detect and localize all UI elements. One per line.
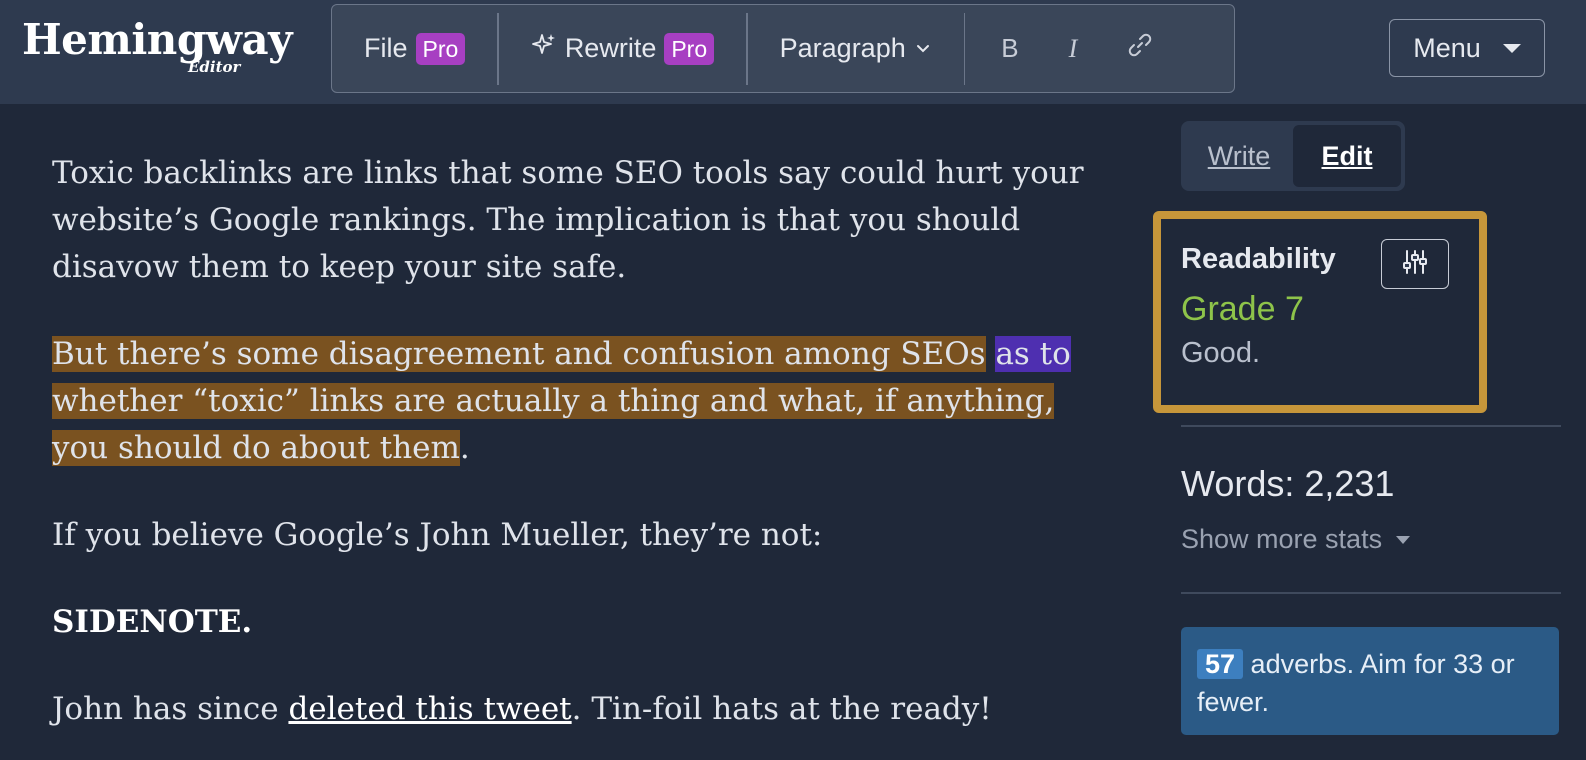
editor-text-area[interactable]: Toxic backlinks are links that some SEO … [52, 150, 1112, 760]
caret-down-icon [1396, 535, 1411, 544]
grade-level: Grade 7 [1181, 290, 1304, 328]
rewrite-label: Rewrite [564, 33, 657, 63]
text: John has since [52, 691, 289, 727]
file-button[interactable]: File Pro [364, 32, 466, 65]
very-hard-sentence-highlight: whether “toxic” links are actually a thi… [52, 383, 1055, 466]
paragraph: John has since deleted this tweet. Tin-f… [52, 686, 1112, 733]
caret-down-icon [1502, 43, 1521, 53]
adverb-highlight: as to [995, 336, 1071, 372]
paragraph-dropdown[interactable]: Paragraph [780, 33, 932, 64]
toolbar: File Pro Rewrite Pro Paragraph B I [331, 4, 1235, 93]
text: . Tin-foil hats at the ready! [571, 691, 992, 727]
readability-panel: Readability Grade 7 Good. [1153, 211, 1487, 413]
deleted-tweet-link[interactable]: deleted this tweet [288, 691, 571, 727]
word-count: Words: 2,231 [1181, 463, 1395, 504]
paragraph-label: Paragraph [779, 33, 906, 63]
adverbs-suggestion: 57 adverbs. Aim for 33 or fewer. [1181, 627, 1559, 735]
tab-edit[interactable]: Edit [1293, 125, 1401, 187]
paragraph: If you believe Google’s John Mueller, th… [52, 517, 823, 553]
sidebar-divider [1181, 425, 1561, 427]
pro-badge: Pro [664, 32, 715, 65]
file-label: File [364, 33, 408, 63]
sliders-icon [1401, 248, 1429, 281]
paragraph: Toxic backlinks are links that some SEO … [52, 155, 1084, 285]
link-icon [1127, 32, 1153, 65]
readability-settings-button[interactable] [1381, 239, 1449, 289]
logo-sub: Editor [188, 58, 241, 76]
menu-label: Menu [1413, 32, 1481, 63]
paragraph-group: Paragraph [748, 5, 964, 92]
link-button[interactable] [1127, 32, 1153, 65]
format-group: B I [965, 32, 1183, 65]
rewrite-group: Rewrite Pro [499, 5, 746, 92]
show-more-stats-button[interactable]: Show more stats [1181, 524, 1411, 555]
sidebar-divider [1181, 592, 1561, 594]
paragraph-highlighted: But there’s some disagreement and confus… [52, 331, 1112, 472]
grade-description: Good. [1181, 337, 1260, 369]
sparkle-icon [531, 32, 557, 65]
file-group: File Pro [332, 5, 497, 92]
pro-badge: Pro [415, 32, 466, 65]
top-bar: Hemingway Editor File Pro Rewrite Pro Pa… [0, 0, 1586, 104]
bold-button[interactable]: B [1001, 33, 1018, 64]
period: . [459, 430, 470, 466]
show-more-stats-label: Show more stats [1181, 524, 1383, 554]
adverbs-message: adverbs. Aim for 33 or fewer. [1197, 649, 1515, 717]
tab-write[interactable]: Write [1185, 125, 1293, 187]
very-hard-sentence-highlight: But there’s some disagreement and confus… [52, 336, 986, 372]
mode-toggle: Write Edit [1181, 121, 1405, 191]
logo: Hemingway Editor [22, 10, 292, 90]
italic-button[interactable]: I [1069, 34, 1078, 64]
sidenote-heading: SIDENOTE. [52, 604, 253, 640]
chevron-down-icon [914, 33, 932, 64]
rewrite-button[interactable]: Rewrite Pro [531, 32, 715, 65]
menu-button[interactable]: Menu [1389, 19, 1545, 77]
adverb-count-badge: 57 [1197, 649, 1244, 679]
